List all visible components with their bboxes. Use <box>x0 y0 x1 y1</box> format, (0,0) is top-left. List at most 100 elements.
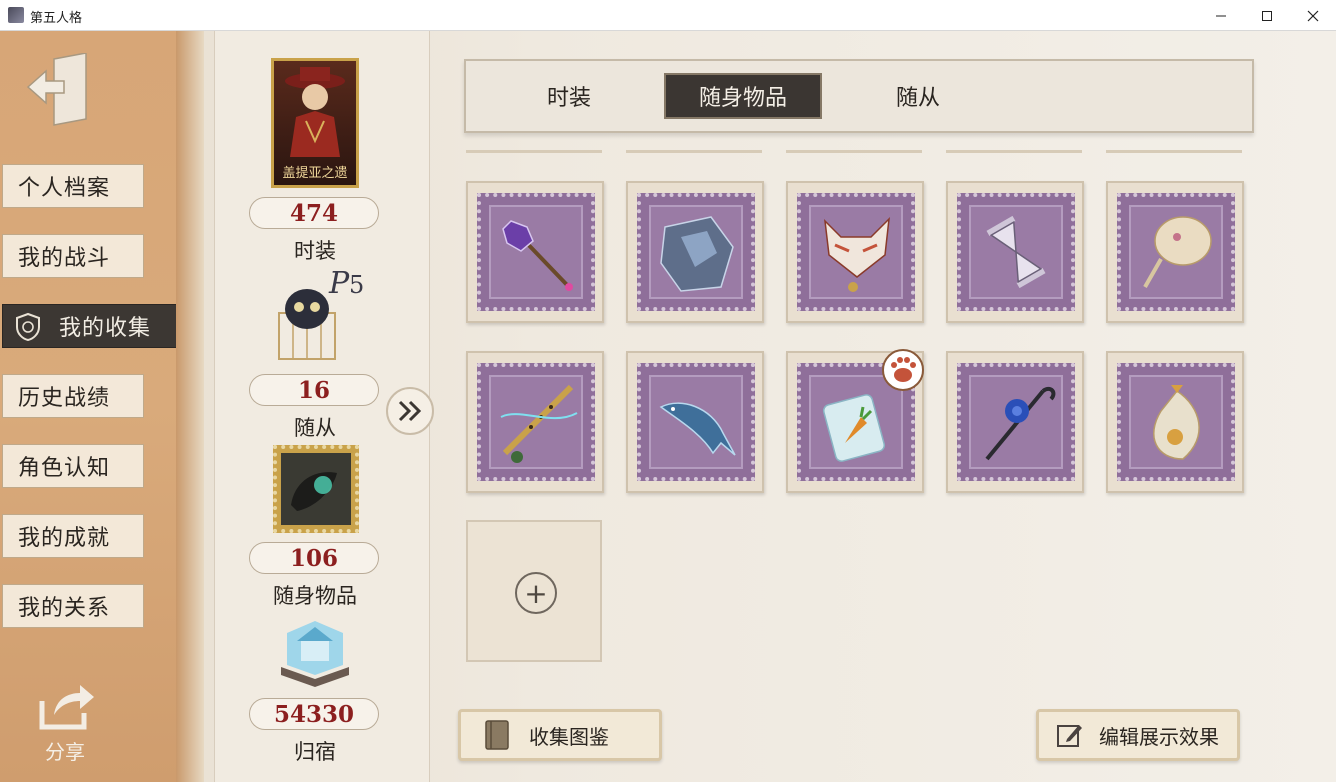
grid-row-edge <box>1106 143 1242 153</box>
collection-guide-label: 收集图鉴 <box>529 724 609 749</box>
accessory-item[interactable] <box>946 351 1084 493</box>
game-area: 个人档案 我的战斗 我的收集 历史战绩 角色认知 我的成就 我的关系 分享 盖提… <box>0 31 1336 782</box>
follower-label: 随从 <box>294 416 336 440</box>
stamp-frame <box>477 193 595 311</box>
accessory-item[interactable] <box>1106 181 1244 323</box>
nav-item-achievements[interactable]: 我的成就 <box>2 514 144 558</box>
paw-badge-icon <box>882 349 924 391</box>
stamp-frame <box>1117 363 1235 481</box>
double-chevron-right-icon <box>398 400 422 422</box>
blue-rose-cane-icon <box>985 386 1056 461</box>
back-button[interactable] <box>24 52 94 127</box>
share-icon <box>39 685 94 730</box>
tab-label: 随从 <box>895 86 940 111</box>
expand-button[interactable] <box>386 387 434 435</box>
empty-display-slot[interactable]: + <box>466 520 602 662</box>
nav-item-my-battles[interactable]: 我的战斗 <box>2 234 144 278</box>
accessory-stamp-icon <box>281 453 351 525</box>
window-title: 第五人格 <box>30 11 83 26</box>
close-icon <box>1307 10 1319 21</box>
stamp-inner <box>969 205 1063 299</box>
stamp-inner <box>1129 375 1223 469</box>
nav-item-my-collection[interactable]: 我的收集 <box>2 304 188 348</box>
stamp-inner <box>489 205 583 299</box>
stamp-inner <box>649 375 743 469</box>
nav-item-character-knowledge[interactable]: 角色认知 <box>2 444 144 488</box>
costume-label: 时装 <box>294 239 336 263</box>
home-book-icon <box>281 621 349 687</box>
accessory-image[interactable] <box>273 445 359 533</box>
share-button[interactable]: 分享 <box>36 681 98 764</box>
hourglass-icon <box>986 215 1046 289</box>
flute-icon <box>500 384 578 463</box>
stamp-inner <box>1129 205 1223 299</box>
tab-followers[interactable]: 随从 <box>868 73 968 119</box>
svg-text:5: 5 <box>349 271 364 299</box>
close-button[interactable] <box>1290 0 1336 31</box>
accessory-count: 106 <box>249 542 379 574</box>
nav-item-label: 历史战绩 <box>18 386 111 411</box>
nav-item-profile[interactable]: 个人档案 <box>2 164 144 208</box>
nav-item-history[interactable]: 历史战绩 <box>2 374 144 418</box>
shield-icon <box>16 312 40 342</box>
crystal-gauntlet-icon <box>660 216 734 292</box>
minimize-button[interactable] <box>1198 0 1244 31</box>
accessory-item[interactable] <box>466 181 604 323</box>
stamp-frame <box>957 363 1075 481</box>
costume-count: 474 <box>249 197 379 229</box>
tab-accessories[interactable]: 随身物品 <box>664 73 822 119</box>
accessory-item[interactable] <box>786 181 924 323</box>
plus-icon: + <box>515 572 557 614</box>
accessory-label: 随身物品 <box>273 584 357 608</box>
tab-costume[interactable]: 时装 <box>516 73 622 119</box>
home-image[interactable] <box>275 615 355 693</box>
nav-item-label: 个人档案 <box>18 176 111 201</box>
stamp-frame <box>637 193 755 311</box>
nav-item-label: 角色认知 <box>18 456 111 481</box>
app-icon <box>8 7 24 23</box>
stamp-inner <box>649 205 743 299</box>
nav-item-label: 我的战斗 <box>18 246 111 271</box>
character-portrait-icon <box>285 67 345 157</box>
left-nav: 个人档案 我的战斗 我的收集 历史战绩 角色认知 我的成就 我的关系 分享 <box>0 31 204 782</box>
stamp-frame <box>637 363 755 481</box>
nav-item-relationships[interactable]: 我的关系 <box>2 584 144 628</box>
whale-icon <box>659 402 736 456</box>
back-door-icon <box>26 52 87 126</box>
crystal-mace-icon <box>502 220 573 291</box>
grid-row-edge <box>946 143 1082 153</box>
home-label: 归宿 <box>294 740 336 764</box>
edit-icon <box>1057 725 1082 747</box>
book-icon <box>485 720 509 750</box>
accessory-item[interactable] <box>466 351 604 493</box>
minimize-icon <box>1216 15 1226 16</box>
window-titlebar: 第五人格 <box>0 0 1336 31</box>
edit-display-label: 编辑展示效果 <box>1099 724 1219 749</box>
svg-text:P: P <box>328 266 350 301</box>
follower-count: 16 <box>249 374 379 406</box>
tab-label: 随身物品 <box>698 86 787 111</box>
edit-display-button[interactable]: 编辑展示效果 <box>1036 709 1240 761</box>
tab-bar: 时装 随身物品 随从 <box>464 59 1254 133</box>
grid-row-edge <box>626 143 762 153</box>
accessory-item[interactable] <box>786 349 924 493</box>
costume-card[interactable]: 盖提亚之遗 <box>271 58 359 188</box>
accessory-item[interactable] <box>1106 351 1244 493</box>
follower-image[interactable]: P 5 <box>269 263 379 363</box>
accessory-item[interactable] <box>626 351 764 493</box>
accessory-item[interactable] <box>626 181 764 323</box>
home-count: 54330 <box>249 698 379 730</box>
grid-row-edge <box>466 143 602 153</box>
costume-card-caption: 盖提亚之遗 <box>282 166 348 181</box>
fox-mask-icon <box>824 216 890 292</box>
stamp-frame <box>797 193 915 311</box>
collection-guide-button[interactable]: 收集图鉴 <box>458 709 662 761</box>
share-label: 分享 <box>45 740 85 764</box>
accessory-item[interactable] <box>946 181 1084 323</box>
stamp-frame <box>957 193 1075 311</box>
stamp-inner <box>489 375 583 469</box>
stamp-frame <box>477 363 595 481</box>
grid-row-edge <box>786 143 922 153</box>
maximize-button[interactable] <box>1244 0 1290 31</box>
tab-label: 时装 <box>546 86 591 111</box>
